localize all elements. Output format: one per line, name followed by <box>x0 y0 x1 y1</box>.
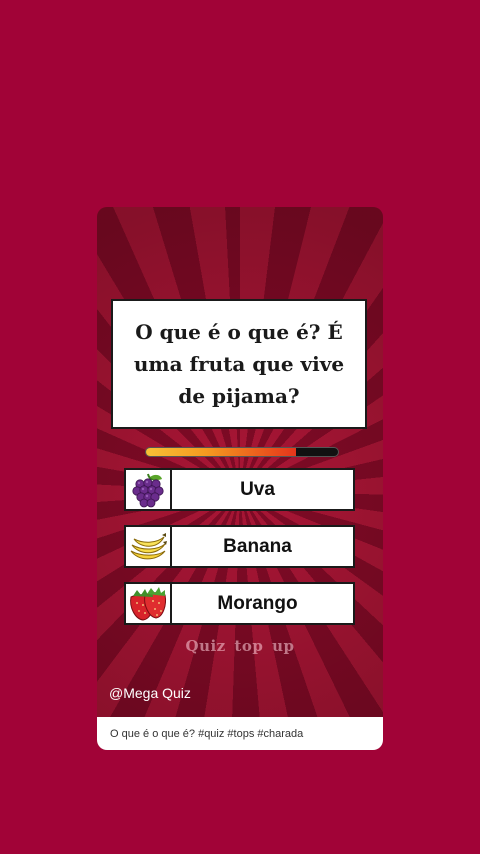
option-label: Uva <box>240 478 275 500</box>
reel-card[interactable]: O que é o que é? É uma fruta que vive de… <box>97 207 383 750</box>
channel-handle[interactable]: @Mega Quiz <box>109 685 191 701</box>
video-frame[interactable]: O que é o que é? É uma fruta que vive de… <box>97 207 383 717</box>
banana-icon <box>126 527 172 566</box>
option-banana[interactable]: Banana <box>124 525 355 568</box>
option-label: Banana <box>223 535 292 557</box>
timer-bar <box>145 447 339 457</box>
option-morango[interactable]: Morango <box>124 582 355 625</box>
grapes-icon <box>126 470 172 509</box>
watermark: Quiz top up <box>185 637 295 655</box>
option-uva[interactable]: Uva <box>124 468 355 511</box>
strawberry-icon <box>126 584 172 623</box>
caption-text: O que é o que é? #quiz #tops #charada <box>110 727 304 740</box>
question-text: O que é o que é? É uma fruta que vive de… <box>133 320 345 408</box>
option-label: Morango <box>217 592 298 614</box>
caption-bar[interactable]: O que é o que é? #quiz #tops #charada <box>97 717 383 750</box>
timer-fill <box>146 448 296 456</box>
question-box: O que é o que é? É uma fruta que vive de… <box>111 299 367 429</box>
